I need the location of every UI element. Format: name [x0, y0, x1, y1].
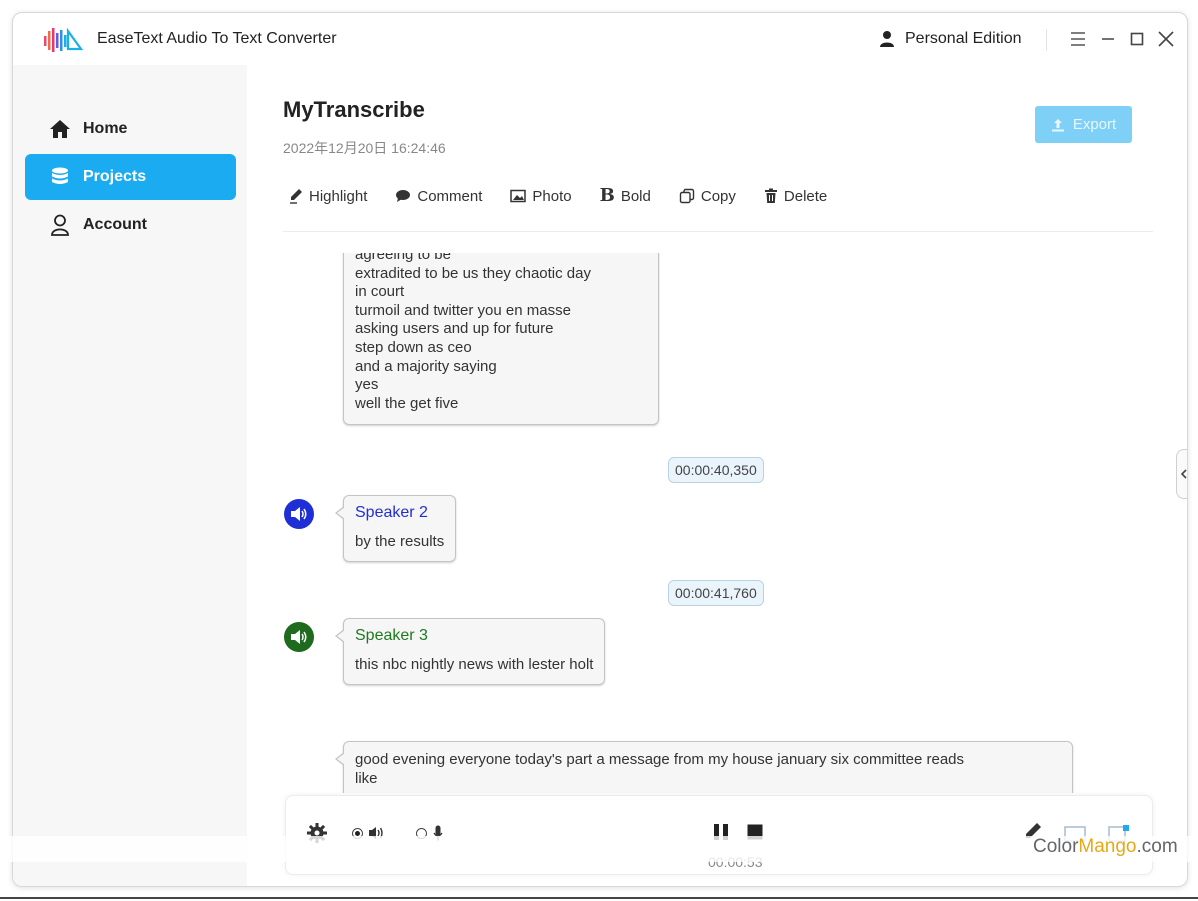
watermark-part: Color: [1033, 836, 1079, 857]
title-separator: [1046, 29, 1047, 51]
transcript-line: well the get five: [355, 394, 459, 412]
trash-icon: [764, 188, 778, 204]
timestamp-badge[interactable]: 00:00:41,760: [668, 580, 764, 606]
bold-label: Bold: [620, 187, 651, 205]
sidebar-item-label: Projects: [83, 168, 147, 185]
user-icon: [880, 31, 894, 47]
copy-label: Copy: [700, 187, 736, 205]
speaker-name[interactable]: Speaker 2: [355, 504, 444, 523]
bold-button[interactable]: B Bold: [600, 187, 651, 205]
comment-icon: [395, 189, 411, 203]
copy-icon: [679, 188, 695, 204]
transcript-line: and a majority saying: [355, 357, 497, 375]
transcript-line: asking users and up for future: [355, 320, 554, 338]
audio-player: 00:00:53: [285, 795, 1153, 875]
edition-label: Personal Edition: [905, 30, 1022, 47]
transcript-line: good evening everyone today's part a mes…: [355, 751, 965, 768]
edition-button[interactable]: Personal Edition: [879, 30, 1022, 48]
transcript-line: step down as ceo: [355, 338, 472, 356]
bubble-pointer: [335, 629, 345, 643]
chevron-left-icon: [1180, 469, 1187, 479]
user-outline-icon: [47, 214, 73, 236]
sidebar: Home Projects Account: [13, 65, 247, 886]
watermark-part: .com: [1136, 836, 1178, 857]
minimize-button[interactable]: [1098, 29, 1118, 49]
maximize-button[interactable]: [1127, 29, 1147, 49]
project-date: 2022年12月20日 16:24:46: [283, 140, 446, 156]
speaker-2-segment[interactable]: Speaker 2 by the results: [335, 495, 457, 562]
comment-label: Comment: [417, 187, 483, 205]
speaker-volume-icon[interactable]: [284, 499, 314, 529]
close-button[interactable]: [1156, 29, 1176, 49]
export-label: Export: [1072, 116, 1117, 133]
watermark-part: Mango: [1078, 836, 1137, 857]
toolbar-divider: [283, 231, 1153, 232]
maximize-icon: [1130, 32, 1144, 46]
minimize-icon: [1102, 38, 1114, 40]
speaker-volume-icon[interactable]: [284, 622, 314, 652]
transcript-line: yes: [355, 376, 379, 394]
transcript-line: like: [355, 769, 378, 787]
bold-icon: B: [599, 185, 615, 206]
app-title: EaseText Audio To Text Converter: [97, 30, 337, 47]
highlight-button[interactable]: Highlight: [289, 188, 367, 205]
sidebar-item-label: Home: [83, 120, 128, 137]
database-icon: [47, 167, 73, 187]
photo-label: Photo: [532, 187, 572, 205]
speaker-name[interactable]: Speaker 3: [355, 627, 593, 646]
photo-button[interactable]: Photo: [510, 187, 572, 205]
sidebar-item-label: Account: [83, 216, 147, 233]
home-icon: [47, 119, 73, 139]
transcript-line: extradited to be us they chaotic day: [355, 264, 591, 282]
sidebar-item-projects[interactable]: Projects: [25, 154, 236, 200]
comment-button[interactable]: Comment: [395, 188, 482, 205]
bottom-border: [0, 897, 1198, 899]
menu-icon: [1071, 32, 1085, 46]
sidebar-item-account[interactable]: Account: [25, 202, 236, 248]
pen-icon: [289, 188, 303, 204]
copy-button[interactable]: Copy: [679, 188, 736, 205]
transcript-line: this nbc nightly news with lester holt: [355, 655, 594, 673]
transcript-segment[interactable]: agreeing to be extradited to be us they …: [343, 253, 659, 425]
sidebar-item-home[interactable]: Home: [25, 106, 236, 152]
export-button[interactable]: Export: [1035, 106, 1132, 143]
project-title: MyTranscribe: [283, 97, 425, 122]
transcript-line: in court: [355, 283, 405, 301]
transcript-line: turmoil and twitter you en masse: [355, 301, 571, 319]
bubble-pointer: [335, 752, 345, 766]
bubble-pointer: [335, 506, 345, 520]
app-logo-icon: [44, 27, 83, 52]
edit-toolbar: Highlight Comment Photo B Bold Copy Dele…: [289, 185, 855, 207]
close-icon: [1158, 31, 1174, 47]
title-bar: EaseText Audio To Text Converter Persona…: [13, 13, 1187, 65]
side-panel-toggle[interactable]: [1176, 449, 1187, 499]
transcript-segment[interactable]: good evening everyone today's part a mes…: [335, 741, 1073, 793]
upload-icon: [1051, 118, 1064, 131]
highlight-label: Highlight: [309, 187, 368, 205]
menu-button[interactable]: [1068, 29, 1088, 49]
transcript-line: by the results: [355, 532, 445, 550]
transcript-line: agreeing to be: [355, 253, 451, 263]
timestamp-badge[interactable]: 00:00:40,350: [668, 457, 764, 483]
delete-button[interactable]: Delete: [764, 188, 827, 205]
watermark-band: [0, 836, 1198, 862]
watermark: ColorMango.com: [1033, 836, 1178, 858]
delete-label: Delete: [783, 187, 828, 205]
image-icon: [510, 189, 527, 203]
transcript-area[interactable]: agreeing to be extradited to be us they …: [283, 253, 1163, 793]
app-window: EaseText Audio To Text Converter Persona…: [12, 12, 1188, 887]
speaker-3-segment[interactable]: Speaker 3 this nbc nightly news with les…: [335, 618, 606, 685]
